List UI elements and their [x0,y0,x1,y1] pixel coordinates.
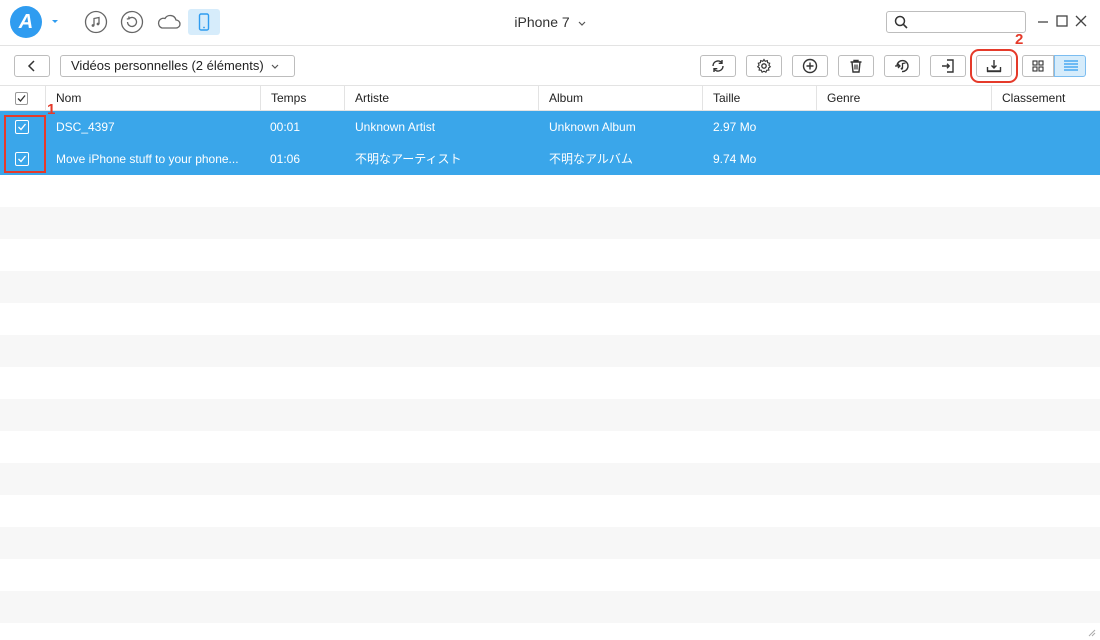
search-box[interactable] [886,11,1026,33]
history-icon[interactable] [120,10,144,34]
delete-icon [850,59,862,73]
device-name: iPhone 7 [514,14,570,30]
maximize-icon[interactable] [1055,14,1069,28]
music-note-icon[interactable] [84,10,108,34]
phone-icon [198,13,210,31]
list-icon [1064,60,1078,71]
cell-album: 不明なアルバム [549,152,633,166]
grid-view-button[interactable] [1022,55,1054,77]
empty-row [0,591,1100,623]
checkmark-icon [18,123,27,131]
column-header-album[interactable]: Album [538,86,702,111]
device-button[interactable] [188,9,220,35]
to-device-icon [942,59,954,73]
empty-row [0,335,1100,367]
column-header-size[interactable]: Taille [702,86,816,111]
empty-row [0,527,1100,559]
category-dropdown[interactable]: Vidéos personnelles (2 éléments) [60,55,295,77]
table-header: Nom Temps Artiste Album Taille Genre Cla… [0,86,1100,111]
back-button[interactable] [14,55,50,77]
cell-artist: Unknown Artist [355,120,436,134]
cell-name: DSC_4397 [56,120,115,134]
row-checkbox[interactable] [15,152,29,166]
checkmark-icon [17,95,26,102]
cell-genre [827,111,987,143]
chevron-down-icon [578,21,586,26]
annotation-step-1: 1 [47,101,56,118]
chevron-left-icon [27,60,35,72]
toolbar: Vidéos personnelles (2 éléments) 2 [0,31,1100,86]
chevron-down-icon[interactable] [50,16,60,26]
cloud-icon[interactable] [155,10,183,34]
app-window: A iPhone 7 Vidéos personnelles (2 élémen… [0,0,1100,640]
refresh-icon [712,60,724,72]
table-row[interactable]: DSC_4397 00:01 Unknown Artist Unknown Al… [0,111,1100,143]
cell-time: 00:01 [270,120,301,134]
column-header-genre[interactable]: Genre [816,86,991,111]
cell-album: Unknown Album [549,120,636,134]
column-header-artist[interactable]: Artiste [344,86,538,111]
empty-row [0,271,1100,303]
cell-size: 2.97 Mo [713,120,757,134]
search-icon [894,15,908,29]
cell-artist: 不明なアーティスト [355,152,462,166]
to-itunes-button[interactable] [884,55,920,77]
cell-rating [1002,143,1097,175]
column-header-name[interactable]: Nom [45,86,260,111]
empty-row [0,463,1100,495]
refresh-button[interactable] [700,55,736,77]
annotation-step-2: 2 [1015,31,1024,48]
column-header-time[interactable]: Temps [260,86,344,111]
title-bar: A iPhone 7 [0,0,1100,46]
minimize-icon[interactable] [1036,14,1050,28]
list-view-button[interactable] [1054,55,1086,77]
cell-genre [827,143,987,175]
settings-icon [756,58,772,73]
cell-rating [1002,111,1097,143]
to-itunes-icon [895,59,909,73]
cell-size: 9.74 Mo [713,152,757,166]
empty-row [0,399,1100,431]
row-checkbox[interactable] [15,120,29,134]
to-computer-icon [986,60,1002,73]
chevron-down-icon [271,64,279,69]
category-label: Vidéos personnelles (2 éléments) [71,58,264,73]
add-button[interactable] [792,55,828,77]
empty-row [0,207,1100,239]
delete-button[interactable] [838,55,874,77]
column-header-rating[interactable]: Classement [991,86,1100,111]
grid-icon [1032,60,1044,72]
device-selector[interactable]: iPhone 7 [490,14,610,30]
select-all-checkbox[interactable] [15,92,28,105]
search-input[interactable] [913,14,1021,30]
resize-grip-icon[interactable] [1086,627,1096,637]
checkmark-icon [18,155,27,163]
to-device-button[interactable] [930,55,966,77]
anytrans-logo-icon[interactable]: A [10,6,42,38]
table-row[interactable]: Move iPhone stuff to your phone... 01:06… [0,143,1100,175]
add-icon [802,58,818,74]
close-icon[interactable] [1074,14,1088,28]
cell-time: 01:06 [270,152,301,166]
settings-button[interactable] [746,55,782,77]
to-computer-button[interactable] [970,49,1018,83]
cell-name: Move iPhone stuff to your phone... [56,152,239,166]
table-body: DSC_4397 00:01 Unknown Artist Unknown Al… [0,111,1100,640]
